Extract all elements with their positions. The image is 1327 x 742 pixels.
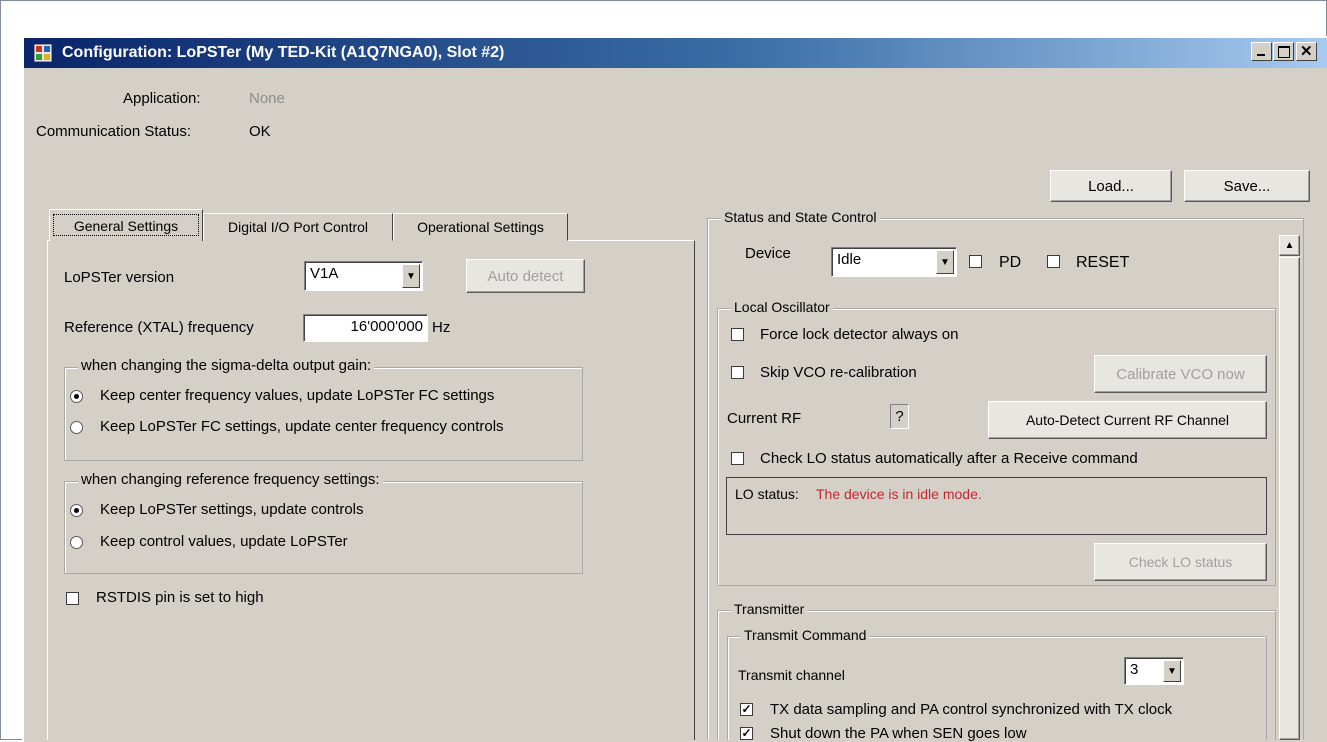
ref-freq-value: 16'000'000 (350, 318, 423, 335)
rstdis-label[interactable]: RSTDIS pin is set to high (96, 589, 264, 606)
transmit-channel-value: 3 (1130, 661, 1139, 678)
sigma-option-1-label[interactable]: Keep center frequency values, update LoP… (100, 387, 494, 404)
lo-status-panel (726, 477, 1267, 535)
shutdown-pa-checkbox[interactable]: ✓ (740, 727, 753, 740)
lo-status-value: The device is in idle mode. (816, 486, 982, 502)
ref-freq-label: Reference (XTAL) frequency (64, 319, 254, 336)
sigma-delta-group-title: when changing the sigma-delta output gai… (78, 357, 375, 374)
window-title: Configuration: LoPSTer (My TED-Kit (A1Q7… (62, 44, 505, 61)
comm-status-label: Communication Status: (36, 123, 192, 140)
sigma-option-1-radio[interactable] (70, 390, 83, 403)
comm-status-value: OK (249, 123, 271, 140)
rstdis-checkbox[interactable] (66, 592, 79, 605)
tab-operational-settings[interactable]: Operational Settings (393, 213, 568, 241)
ref-option-2-label[interactable]: Keep control values, update LoPSTer (100, 533, 348, 550)
pd-label[interactable]: PD (999, 254, 1021, 272)
ref-freq-unit: Hz (432, 319, 451, 336)
reset-checkbox[interactable] (1047, 255, 1060, 268)
local-oscillator-title: Local Oscillator (731, 299, 833, 315)
transmit-channel-label: Transmit channel (738, 667, 845, 683)
chevron-down-icon[interactable]: ▼ (1163, 660, 1181, 682)
check-lo-button[interactable]: Check LO status (1094, 543, 1267, 581)
check-lo-auto-label[interactable]: Check LO status automatically after a Re… (760, 450, 1138, 467)
force-lock-label[interactable]: Force lock detector always on (760, 326, 958, 343)
skip-vco-label[interactable]: Skip VCO re-calibration (760, 364, 917, 381)
ref-option-2-radio[interactable] (70, 536, 83, 549)
version-label: LoPSTer version (64, 269, 175, 286)
maximize-button[interactable] (1273, 42, 1294, 61)
shutdown-pa-label[interactable]: Shut down the PA when SEN goes low (770, 725, 1027, 742)
auto-detect-rf-button[interactable]: Auto-Detect Current RF Channel (988, 401, 1267, 439)
device-value: Idle (837, 251, 862, 268)
ref-freq-input[interactable]: 16'000'000 (303, 314, 428, 342)
sigma-delta-group (64, 367, 583, 461)
lo-status-label: LO status: (735, 486, 799, 502)
transmitter-title: Transmitter (731, 601, 808, 617)
device-label: Device (745, 245, 791, 262)
current-rf-value: ? (890, 404, 909, 429)
calibrate-vco-button[interactable]: Calibrate VCO now (1094, 355, 1267, 393)
application-value: None (249, 90, 285, 107)
scroll-thumb[interactable] (1279, 257, 1300, 740)
ref-option-1-label[interactable]: Keep LoPSTer settings, update controls (100, 501, 364, 518)
tx-sync-label[interactable]: TX data sampling and PA control synchron… (770, 701, 1172, 718)
ref-settings-group (64, 481, 583, 574)
chevron-down-icon[interactable]: ▼ (936, 250, 954, 274)
pd-checkbox[interactable] (969, 255, 982, 268)
version-value: V1A (310, 265, 339, 282)
device-combo[interactable]: Idle ▼ (831, 247, 957, 277)
skip-vco-checkbox[interactable] (731, 366, 744, 379)
tab-digital-io[interactable]: Digital I/O Port Control (203, 213, 393, 241)
status-control-title: Status and State Control (721, 209, 880, 225)
save-button[interactable]: Save... (1184, 170, 1310, 202)
reset-label[interactable]: RESET (1076, 254, 1129, 272)
chevron-down-icon[interactable]: ▼ (402, 264, 420, 288)
ref-option-1-radio[interactable] (70, 504, 83, 517)
current-rf-label: Current RF (727, 410, 802, 427)
ref-settings-group-title: when changing reference frequency settin… (78, 471, 383, 488)
force-lock-checkbox[interactable] (731, 328, 744, 341)
sigma-option-2-radio[interactable] (70, 421, 83, 434)
sigma-option-2-label[interactable]: Keep LoPSTer FC settings, update center … (100, 418, 504, 435)
application-label: Application: (123, 90, 201, 107)
check-lo-auto-checkbox[interactable] (731, 452, 744, 465)
close-button[interactable]: ✕ (1296, 42, 1317, 61)
version-combo[interactable]: V1A ▼ (304, 261, 423, 291)
scroll-up-button[interactable]: ▲ (1279, 235, 1300, 256)
load-button[interactable]: Load... (1050, 170, 1172, 202)
auto-detect-button[interactable]: Auto detect (466, 259, 585, 293)
tab-focus-rect (53, 214, 199, 236)
tx-sync-checkbox[interactable]: ✓ (740, 703, 753, 716)
maximize-icon (1278, 46, 1290, 58)
minimize-button[interactable] (1251, 42, 1272, 61)
transmit-channel-combo[interactable]: 3 ▼ (1124, 657, 1184, 685)
minimize-icon (1257, 54, 1265, 56)
chevron-up-icon: ▲ (1284, 240, 1295, 251)
close-icon: ✕ (1300, 43, 1313, 60)
app-icon (33, 43, 53, 63)
transmit-command-title: Transmit Command (741, 627, 870, 643)
